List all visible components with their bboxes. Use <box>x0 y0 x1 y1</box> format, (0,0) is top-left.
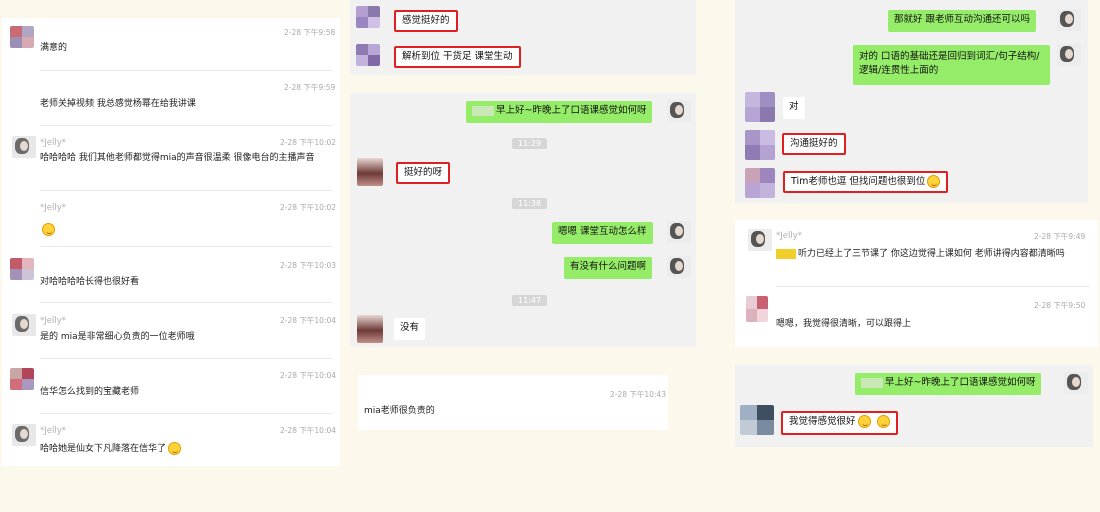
timestamp: 2-28 下午9:58 <box>284 28 336 37</box>
received-text: 我觉得感觉很好 <box>789 416 856 427</box>
avatar[interactable] <box>746 296 768 322</box>
avatar[interactable] <box>12 424 36 446</box>
smile-emoji-icon <box>857 415 871 428</box>
sent-bubble: 早上好~昨晚上了口语课感觉如何呀 <box>466 101 653 123</box>
avatar[interactable] <box>1057 44 1081 66</box>
grin-emoji-icon <box>168 442 182 455</box>
grin-emoji-icon <box>927 175 941 188</box>
received-bubble: 对 <box>783 97 805 119</box>
avatar[interactable] <box>357 315 383 343</box>
message-text-content: 听力已经上了三节课了 你这边觉得上课如何 老师讲得内容都清晰吗 <box>798 249 1065 259</box>
middle-bottom-panel <box>358 375 668 430</box>
message-text: 满意的 <box>40 43 68 53</box>
message-text: 嗯嗯，我觉得很清晰，可以跟得上 <box>776 319 912 329</box>
smile-emoji-icon <box>876 415 890 428</box>
received-bubble: 挺好的呀 <box>396 162 451 184</box>
avatar[interactable] <box>745 130 775 160</box>
received-bubble: 我觉得感觉很好 <box>781 411 898 435</box>
avatar[interactable] <box>1057 9 1081 31</box>
received-bubble: 沟通挺好的 <box>782 133 846 155</box>
masked-name <box>861 377 883 388</box>
divider <box>40 358 332 359</box>
message-text: mia老师很负责的 <box>364 406 435 416</box>
divider <box>40 413 332 414</box>
time-divider: 11:47 <box>512 295 548 306</box>
received-bubble: 感觉挺好的 <box>394 10 458 32</box>
received-bubble: Tim老师也逗 但找问题也很到位 <box>783 171 949 193</box>
received-bubble: 没有 <box>394 318 426 340</box>
message-text: 哈哈哈哈 我们其他老师都觉得mia的声音很温柔 很像电台的主播声音 <box>40 153 315 163</box>
timestamp: 2-28 下午10:04 <box>280 371 337 380</box>
message-text: 是的 mia是非常细心负责的一位老师哦 <box>40 332 195 342</box>
avatar[interactable] <box>10 258 34 280</box>
timestamp: 2-28 下午9:50 <box>1034 301 1086 310</box>
sent-bubble: 有没有什么问题啊 <box>564 257 653 279</box>
timestamp: 2-28 下午10:04 <box>280 316 337 325</box>
received-bubble: 解析到位 干货足 课堂生动 <box>394 46 521 68</box>
divider <box>40 125 332 126</box>
smile-emoji-icon <box>40 219 55 238</box>
message-text: 对哈哈哈哈长得也很好看 <box>40 277 140 287</box>
divider <box>40 246 332 247</box>
message-text: 信华怎么找到的宝藏老师 <box>40 387 140 397</box>
received-text: Tim老师也逗 但找问题也很到位 <box>791 176 926 187</box>
avatar[interactable] <box>356 44 380 66</box>
avatar[interactable] <box>10 368 34 390</box>
sent-bubble: 对的 口语的基础还是回归到词汇/句子结构/逻辑/连贯性上面的 <box>853 45 1050 85</box>
avatar[interactable] <box>745 168 775 198</box>
avatar[interactable] <box>12 314 36 336</box>
timestamp: 2-28 下午10:43 <box>610 390 667 399</box>
divider <box>776 286 1090 287</box>
sent-bubble: 那就好 跟老师互动沟通还可以吗 <box>888 10 1037 32</box>
masked-name <box>472 105 494 116</box>
sent-text: 早上好~昨晚上了口语课感觉如何呀 <box>496 105 647 116</box>
middle-chat-panel <box>350 93 696 347</box>
message-text: 哈哈她是仙女下凡降落在信华了 <box>40 442 182 456</box>
avatar[interactable] <box>1064 372 1088 394</box>
sender-name: *Jelly* <box>40 138 66 148</box>
sent-bubble: 早上好~昨晚上了口语课感觉如何呀 <box>855 373 1042 395</box>
timestamp: 2-28 下午10:02 <box>280 138 337 147</box>
sender-name: *Jelly* <box>40 316 66 326</box>
sent-text: 早上好~昨晚上了口语课感觉如何呀 <box>885 377 1036 388</box>
timestamp: 2-28 下午10:03 <box>280 261 337 270</box>
timestamp: 2-28 下午10:02 <box>280 203 337 212</box>
divider <box>40 70 332 71</box>
divider <box>40 190 332 191</box>
avatar[interactable] <box>667 221 691 243</box>
sender-name: *Jelly* <box>40 203 66 213</box>
sent-bubble: 嗯嗯 课堂互动怎么样 <box>552 222 653 244</box>
time-divider: 11:29 <box>512 138 548 149</box>
message-text: 老师关掉视频 我总感觉杨幂在给我讲课 <box>40 99 196 109</box>
sender-name: *Jelly* <box>776 231 802 241</box>
avatar[interactable] <box>667 256 691 278</box>
avatar[interactable] <box>356 6 380 28</box>
time-divider: 11:38 <box>512 198 548 209</box>
divider <box>40 302 332 303</box>
timestamp: 2-28 下午9:49 <box>1034 232 1086 241</box>
message-text-content: 哈哈她是仙女下凡降落在信华了 <box>40 444 167 454</box>
sender-name: *Jelly* <box>40 426 66 436</box>
avatar[interactable] <box>740 405 774 435</box>
avatar[interactable] <box>745 92 775 122</box>
avatar[interactable] <box>748 229 772 251</box>
masked-name <box>776 248 796 259</box>
message-text: 听力已经上了三节课了 你这边觉得上课如何 老师讲得内容都清晰吗 <box>776 248 1076 261</box>
avatar[interactable] <box>667 100 691 122</box>
avatar[interactable] <box>10 26 34 48</box>
avatar[interactable] <box>12 136 36 158</box>
timestamp: 2-28 下午10:04 <box>280 426 337 435</box>
avatar[interactable] <box>357 158 383 186</box>
timestamp: 2-28 下午9:59 <box>284 83 336 92</box>
